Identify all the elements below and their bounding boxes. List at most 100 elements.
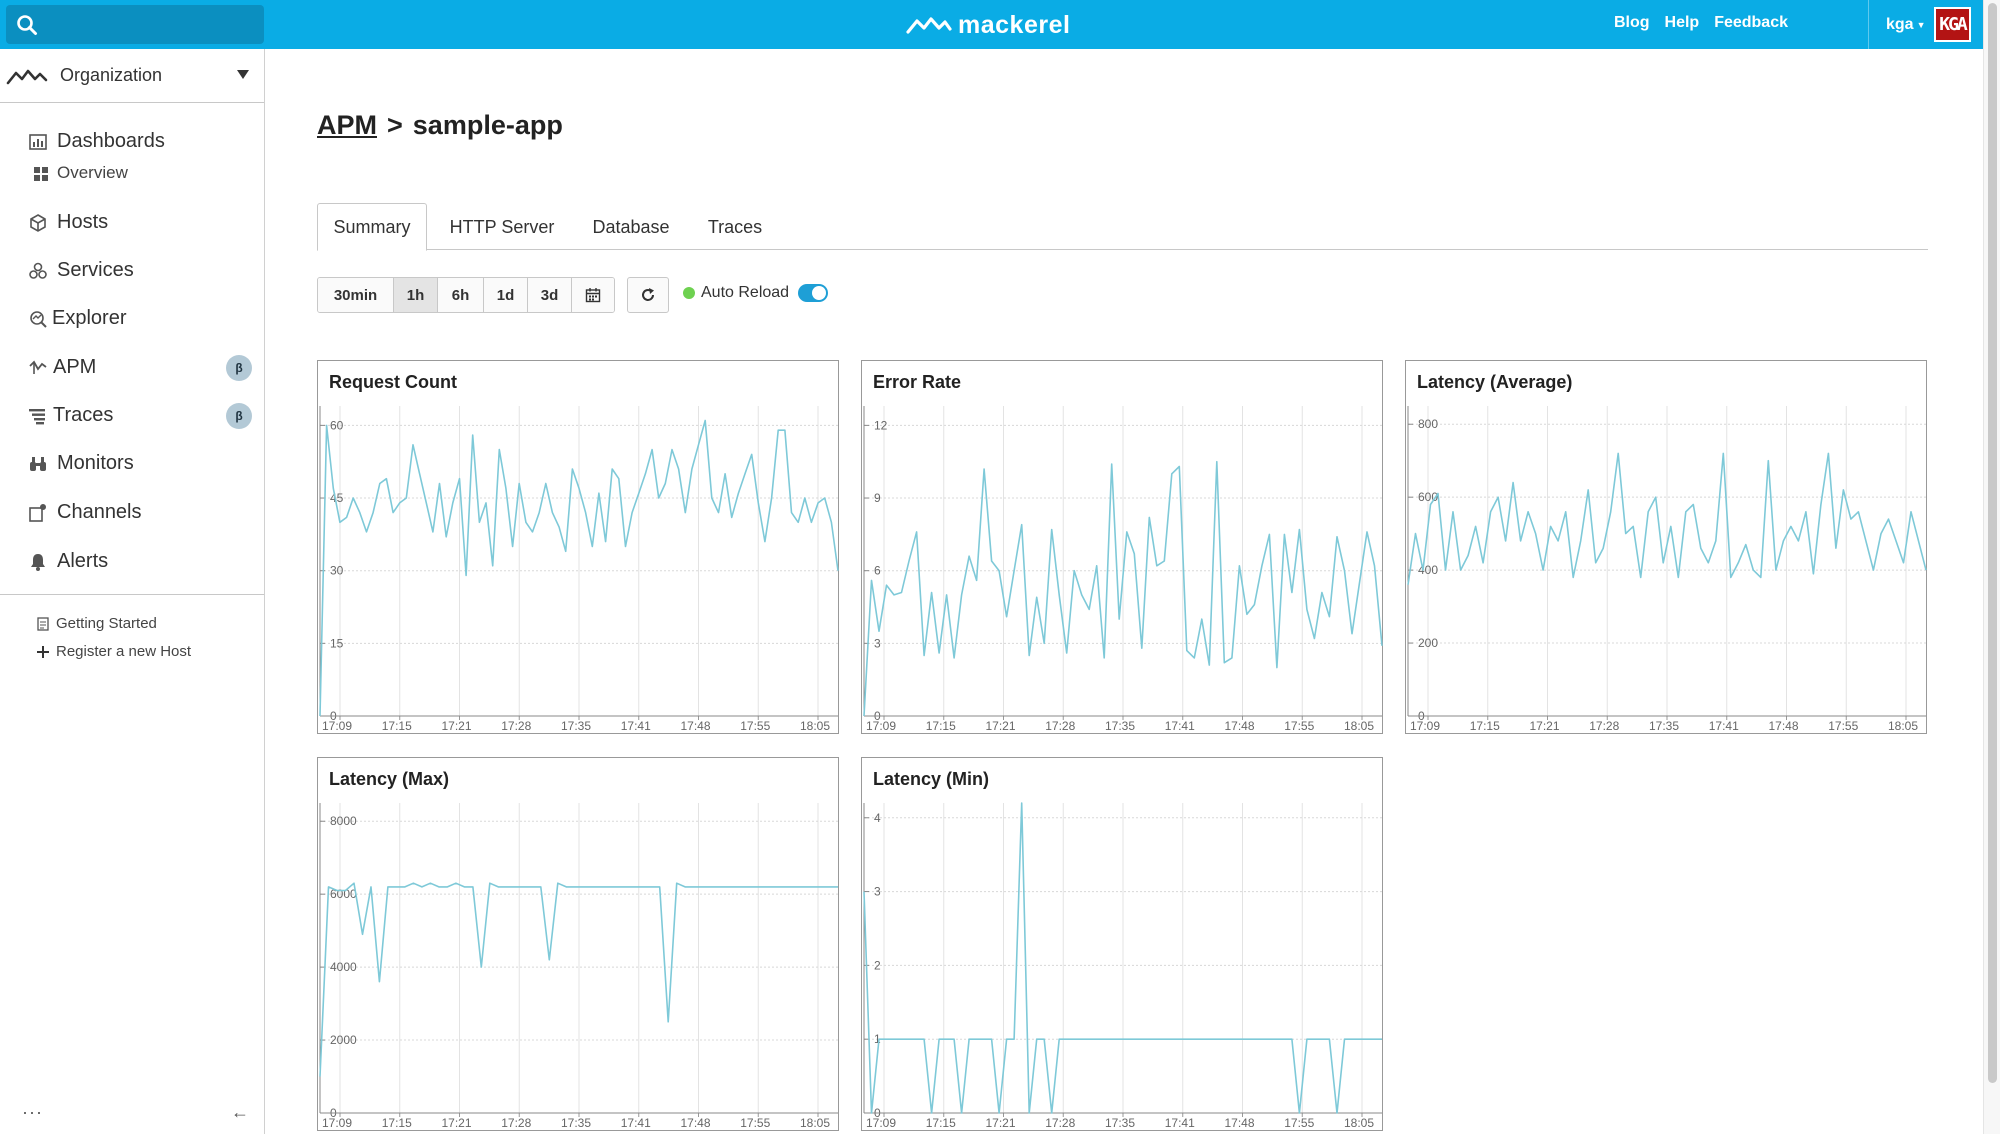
x-tick-label: 17:15 xyxy=(926,1116,956,1130)
x-tick-label: 17:35 xyxy=(1649,719,1679,733)
chart-title: Error Rate xyxy=(873,372,962,392)
y-tick-label: 3 xyxy=(874,885,881,899)
x-tick-label: 17:21 xyxy=(985,719,1015,733)
vertical-scrollbar[interactable] xyxy=(1983,0,2000,1134)
calendar-button[interactable] xyxy=(572,278,614,312)
y-tick-label: 60 xyxy=(330,418,344,432)
x-tick-label: 17:35 xyxy=(561,1116,591,1130)
register-host-label: Register a new Host xyxy=(56,643,192,660)
tab-traces[interactable]: Traces xyxy=(693,203,777,251)
document-icon xyxy=(37,616,49,631)
x-tick-label: 17:09 xyxy=(866,719,896,733)
tab-http-server[interactable]: HTTP Server xyxy=(437,203,567,251)
chart-card-request-count: Request Count 17:09 17:15 17:21 17:28 17:35 1… xyxy=(317,360,839,734)
y-tick-label: 30 xyxy=(330,564,344,578)
sidebar-item-alerts[interactable]: Alerts xyxy=(0,541,264,581)
x-tick-label: 17:55 xyxy=(1284,1116,1314,1130)
x-tick-label: 18:05 xyxy=(800,719,830,733)
x-tick-label: 17:28 xyxy=(1045,1116,1075,1130)
chart-card-latency-min: Latency (Min) 17:09 17:15 17:21 17:28 17:35 1… xyxy=(861,757,1383,1131)
sidebar-item-overview[interactable]: Overview xyxy=(0,157,264,189)
x-tick-label: 17:48 xyxy=(1224,719,1254,733)
x-tick-label: 17:28 xyxy=(501,1116,531,1130)
explorer-icon xyxy=(30,311,47,328)
auto-reload-toggle[interactable] xyxy=(798,284,829,302)
user-menu[interactable]: kga ▼ xyxy=(1886,16,1926,34)
x-tick-label: 17:09 xyxy=(322,719,352,733)
caret-down-icon: ▼ xyxy=(1916,20,1926,30)
sidebar-item-services[interactable]: Services xyxy=(0,250,264,290)
chart-title: Request Count xyxy=(329,372,457,392)
range-1h-button[interactable]: 1h xyxy=(394,278,438,312)
sidebar-item-label: Services xyxy=(57,259,134,281)
search-box[interactable] xyxy=(6,5,264,44)
sidebar-item-label: Dashboards xyxy=(57,130,165,152)
sidebar-item-channels[interactable]: Channels xyxy=(0,492,264,532)
x-tick-label: 17:55 xyxy=(1284,719,1314,733)
x-tick-label: 18:05 xyxy=(1888,719,1918,733)
help-link[interactable]: Help xyxy=(1665,14,1700,32)
range-6h-button[interactable]: 6h xyxy=(438,278,484,312)
sidebar-divider xyxy=(0,594,264,595)
sidebar-item-monitors[interactable]: Monitors xyxy=(0,443,264,483)
chevron-right-icon: > xyxy=(387,110,403,140)
chart-plot: 17:09 17:15 17:21 17:28 17:35 17:41 17:48 17:55… xyxy=(863,802,1382,1130)
chart-plot: 17:09 17:15 17:21 17:28 17:35 17:41 17:48 17:55… xyxy=(1407,406,1927,733)
x-tick-label: 17:41 xyxy=(621,719,651,733)
sidebar-item-explorer[interactable]: Explorer xyxy=(0,298,264,338)
more-menu-icon[interactable]: ··· xyxy=(22,1102,43,1123)
reload-button[interactable] xyxy=(627,277,669,313)
chart-title: Latency (Max) xyxy=(329,769,450,789)
header-links: Blog Help Feedback xyxy=(1614,14,1788,32)
sidebar-item-hosts[interactable]: Hosts xyxy=(0,202,264,242)
x-tick-label: 17:15 xyxy=(382,719,412,733)
x-tick-label: 17:35 xyxy=(561,719,591,733)
y-tick-label: 400 xyxy=(1418,563,1438,577)
getting-started-label: Getting Started xyxy=(56,615,157,632)
breadcrumb-apm-link[interactable]: APM xyxy=(317,110,377,141)
sidebar-item-label: Channels xyxy=(57,501,142,523)
apm-icon xyxy=(29,360,47,374)
tab-bar: Summary HTTP Server Database Traces xyxy=(317,203,1928,251)
tab-database[interactable]: Database xyxy=(581,203,681,251)
toggle-knob xyxy=(812,286,827,300)
org-selector[interactable]: Organization xyxy=(0,49,264,103)
chart-title: Latency (Min) xyxy=(873,769,990,789)
range-3d-button[interactable]: 3d xyxy=(528,278,572,312)
x-tick-label: 17:35 xyxy=(1105,719,1135,733)
feedback-link[interactable]: Feedback xyxy=(1714,14,1788,32)
chart-card-error-rate: Error Rate 17:09 17:15 17:21 17:28 17:35 17:4… xyxy=(861,360,1383,734)
avatar[interactable]: KGA xyxy=(1934,7,1971,42)
dashboard-icon xyxy=(29,134,47,150)
x-tick-label: 17:15 xyxy=(382,1116,412,1130)
x-tick-label: 17:48 xyxy=(680,1116,710,1130)
range-1d-button[interactable]: 1d xyxy=(484,278,528,312)
x-tick-label: 17:35 xyxy=(1105,1116,1135,1130)
x-tick-label: 18:05 xyxy=(800,1116,830,1130)
x-tick-label: 17:21 xyxy=(1529,719,1559,733)
brand-logo[interactable]: mackerel xyxy=(906,9,1070,41)
page-title: sample-app xyxy=(412,110,563,140)
x-tick-label: 17:41 xyxy=(621,1116,651,1130)
scrollbar-thumb[interactable] xyxy=(1988,3,1997,1083)
collapse-sidebar-icon[interactable]: ← xyxy=(231,1102,249,1123)
blog-link[interactable]: Blog xyxy=(1614,14,1650,32)
chart-card-latency-average: Latency (Average) 17:09 17:15 17:21 17:28 17… xyxy=(1405,360,1927,734)
x-tick-label: 17:15 xyxy=(1470,719,1500,733)
tab-summary[interactable]: Summary xyxy=(317,203,427,251)
x-tick-label: 17:28 xyxy=(1589,719,1619,733)
cube-icon xyxy=(30,214,46,232)
range-30min-button[interactable]: 30min xyxy=(318,278,394,312)
x-tick-label: 17:41 xyxy=(1165,719,1195,733)
sidebar-item-apm[interactable]: APM β xyxy=(0,347,264,387)
x-tick-label: 17:09 xyxy=(322,1116,352,1130)
sidebar-item-dashboards[interactable]: Dashboards xyxy=(0,121,264,161)
search-input[interactable] xyxy=(48,11,253,38)
chart-plot: 17:09 17:15 17:21 17:28 17:35 17:41 17:48 17:55… xyxy=(863,406,1383,733)
getting-started-link[interactable]: Getting Started xyxy=(36,615,157,632)
register-host-link[interactable]: Register a new Host xyxy=(36,643,191,660)
x-tick-label: 17:28 xyxy=(501,719,531,733)
breadcrumb: APM > sample-app xyxy=(317,110,563,141)
y-tick-label: 2000 xyxy=(330,1033,357,1047)
sidebar-item-traces[interactable]: Traces β xyxy=(0,395,264,435)
